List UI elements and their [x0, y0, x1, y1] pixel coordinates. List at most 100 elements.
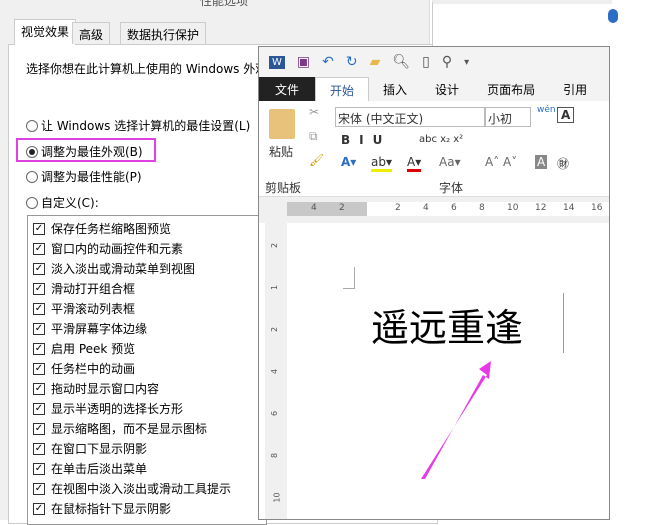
effect-checkbox[interactable]: ✓ 在鼠标指针下显示阴影	[33, 500, 171, 517]
ruler-tick: 10	[272, 492, 282, 503]
checkbox-checked-icon: ✓	[33, 402, 45, 415]
effect-checkbox[interactable]: ✓ 显示缩略图，而不是显示图标	[33, 420, 207, 437]
margin-marker	[343, 267, 355, 289]
copy-icon[interactable]: ⧉	[309, 129, 318, 144]
effect-checkbox[interactable]: ✓ 在视图中淡入淡出或滑动工具提示	[33, 480, 231, 497]
char-shading-icon[interactable]: A	[535, 155, 548, 169]
radio-custom[interactable]: 自定义(C):	[26, 194, 99, 211]
checkbox-checked-icon: ✓	[33, 462, 45, 475]
effect-checkbox[interactable]: ✓ 启用 Peek 预览	[33, 340, 135, 357]
effects-list[interactable]: ✓ 保存任务栏缩略图预览 ✓ 窗口内的动画控件和元素 ✓ 淡入淡出或滑动菜单到视图 ✓ 滑动打…	[27, 215, 267, 525]
ruler-tick: 2	[270, 326, 280, 333]
ribbon-tabs: 文件 开始 插入 设计 页面布局 引用	[259, 77, 609, 101]
tab-references[interactable]: 引用	[549, 77, 601, 101]
checkbox-label: 显示半透明的选择长方形	[51, 402, 184, 416]
effect-checkbox[interactable]: ✓ 在单击后淡出菜单	[33, 460, 147, 477]
checkbox-checked-icon: ✓	[33, 482, 45, 495]
highlight-box	[16, 138, 156, 162]
effect-checkbox[interactable]: ✓ 淡入淡出或滑动菜单到视图	[33, 260, 195, 277]
cut-icon[interactable]: ✂	[309, 105, 319, 119]
checkbox-checked-icon: ✓	[33, 442, 45, 455]
tab-advanced[interactable]: 高级	[72, 22, 111, 44]
ruler-tick: 4	[270, 368, 280, 375]
checkbox-label: 淡入淡出或滑动菜单到视图	[51, 262, 196, 276]
checkbox-label: 在单击后淡出菜单	[51, 462, 148, 476]
radio-let-windows[interactable]: 让 Windows 选择计算机的最佳设置(L)	[26, 117, 250, 134]
find-icon[interactable]: ⚲	[442, 54, 452, 70]
undo-icon[interactable]: ↶	[322, 54, 334, 70]
font-name-select[interactable]: 宋体 (中文正文)	[335, 107, 485, 127]
checkbox-label: 窗口内的动画控件和元素	[51, 242, 184, 256]
highlight-color-icon[interactable]: ab▾	[371, 155, 392, 172]
ruler-tick: 14	[563, 203, 575, 213]
word-window: W ▣ ↶ ↻ ▰ 🔍︎ ▯ ⚲ ▾ 文件 开始 插入 设计 页面布局 引用 粘…	[258, 46, 610, 520]
font-color-icon[interactable]: A▾	[407, 155, 422, 172]
radio-icon	[26, 119, 38, 132]
effect-checkbox[interactable]: ✓ 拖动时显示窗口内容	[33, 380, 159, 397]
checkbox-checked-icon: ✓	[33, 382, 45, 395]
document-text[interactable]: 遥远重逢	[371, 297, 523, 352]
ruler-tick: 4	[423, 203, 429, 213]
save-icon[interactable]: ▣	[297, 54, 310, 70]
enclose-char-icon[interactable]: ㊖	[557, 155, 569, 172]
strikethrough-subscript-superscript-icons[interactable]: abc x₂ x²	[419, 134, 463, 145]
change-case-icon[interactable]: Aa▾	[439, 155, 461, 169]
checkbox-label: 滑动打开组合框	[51, 282, 136, 296]
tab-visual-effects[interactable]: 视觉效果	[14, 19, 77, 45]
checkbox-label: 在窗口下显示阴影	[51, 442, 148, 456]
checkbox-checked-icon: ✓	[33, 422, 45, 435]
effect-checkbox[interactable]: ✓ 在窗口下显示阴影	[33, 440, 147, 457]
grow-shrink-font-icons[interactable]: A˄ A˅	[485, 155, 517, 169]
checkbox-label: 拖动时显示窗口内容	[51, 382, 160, 396]
checkbox-checked-icon: ✓	[33, 502, 45, 515]
horizontal-ruler[interactable]: 4 2 2 4 6 8 10 12 14 16	[259, 197, 609, 223]
char-border-icon[interactable]: A	[557, 107, 575, 123]
checkbox-checked-icon: ✓	[33, 242, 45, 255]
text-effects-icon[interactable]: A▾	[341, 155, 356, 169]
open-folder-icon[interactable]: ▰	[370, 54, 381, 70]
tab-file[interactable]: 文件	[259, 77, 316, 101]
quick-access-toolbar: W ▣ ↶ ↻ ▰ 🔍︎ ▯ ⚲ ▾	[259, 47, 609, 77]
checkbox-label: 保存任务栏缩略图预览	[51, 222, 172, 236]
radio-best-performance[interactable]: 调整为最佳性能(P)	[26, 168, 142, 185]
font-group-label: 字体	[439, 181, 464, 195]
new-document-icon[interactable]: ▯	[422, 54, 430, 70]
tab-home[interactable]: 开始	[315, 77, 370, 101]
effect-checkbox[interactable]: ✓ 平滑滚动列表框	[33, 300, 135, 317]
paste-button[interactable]: 粘贴	[269, 143, 293, 160]
effect-checkbox[interactable]: ✓ 任务栏中的动画	[33, 360, 135, 377]
font-size-select[interactable]: 小初	[485, 107, 531, 127]
print-preview-icon[interactable]: 🔍︎	[392, 54, 410, 70]
format-painter-icon[interactable]: 🖌︎	[309, 153, 324, 167]
effect-checkbox[interactable]: ✓ 滑动打开组合框	[33, 280, 135, 297]
checkbox-label: 平滑滚动列表框	[51, 302, 136, 316]
pointer-arrow	[421, 361, 491, 479]
dialog-title: 性能选项	[200, 0, 249, 8]
checkbox-checked-icon: ✓	[33, 362, 45, 375]
effect-checkbox[interactable]: ✓ 平滑屏幕字体边缘	[33, 320, 147, 337]
customize-dropdown-icon[interactable]: ▾	[464, 57, 469, 68]
tab-layout[interactable]: 页面布局	[473, 77, 549, 101]
bold-italic-underline-icons[interactable]: BIU	[341, 133, 391, 147]
radio-icon	[26, 196, 38, 209]
checkbox-checked-icon: ✓	[33, 342, 45, 355]
paste-icon[interactable]	[269, 109, 295, 139]
tab-design[interactable]: 设计	[421, 77, 473, 101]
effect-checkbox[interactable]: ✓ 窗口内的动画控件和元素	[33, 240, 183, 257]
vertical-ruler[interactable]: 2 1 2 4 6 8 10	[265, 223, 287, 519]
word-logo-icon: W	[269, 55, 285, 69]
effect-checkbox[interactable]: ✓ 保存任务栏缩略图预览	[33, 220, 171, 237]
ruler-tick: 2	[339, 203, 345, 213]
radio-label: 自定义(C):	[41, 196, 99, 210]
tab-insert[interactable]: 插入	[369, 77, 421, 101]
phonetic-guide-icon[interactable]: wén	[537, 105, 556, 115]
ruler-tick: 6	[270, 410, 280, 417]
effect-checkbox[interactable]: ✓ 显示半透明的选择长方形	[33, 400, 183, 417]
description: 选择你想在此计算机上使用的 Windows 外观	[26, 62, 268, 76]
checkbox-label: 平滑屏幕字体边缘	[51, 322, 148, 336]
ruler-tick: 8	[270, 452, 280, 459]
tab-dep[interactable]: 数据执行保护	[120, 22, 207, 44]
redo-icon[interactable]: ↻	[346, 54, 358, 70]
ruler-tick: 4	[311, 203, 317, 213]
ruler-tick: 2	[395, 203, 401, 213]
